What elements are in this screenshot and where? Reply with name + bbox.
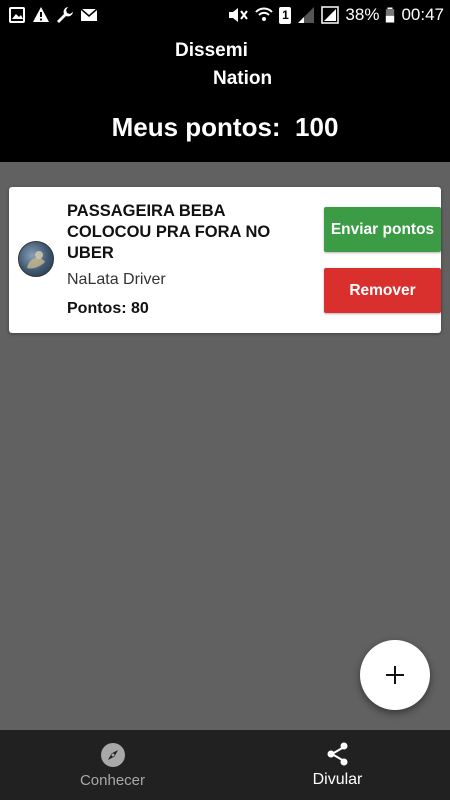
plus-icon	[386, 666, 404, 684]
mute-icon	[229, 8, 249, 22]
send-points-button[interactable]: Enviar pontos	[324, 207, 441, 252]
remove-button[interactable]: Remover	[324, 268, 441, 313]
nav-label-conhecer: Conhecer	[79, 771, 146, 789]
signal-icon	[321, 6, 340, 24]
clock: 00:47	[401, 5, 444, 24]
sim-slot-badge: 1	[279, 6, 292, 24]
status-bar: 1 38% 00:47	[0, 0, 450, 30]
nav-label-divular: Divular	[312, 771, 363, 788]
logo-line-1: Dissemi	[175, 40, 248, 61]
avatar-image	[27, 251, 45, 269]
battery-percent: 38%	[345, 5, 380, 24]
my-points-value: 100	[295, 112, 339, 142]
app-header: Dissemi Nation Meus pontos: 100	[0, 30, 450, 162]
card-points: Pontos: 80	[67, 300, 149, 317]
warning-icon	[33, 7, 49, 22]
add-button[interactable]	[360, 640, 430, 710]
logo-line-2: Nation	[213, 68, 273, 89]
signal-weak-icon	[298, 7, 315, 23]
nav-item-conhecer[interactable]: Conhecer	[0, 730, 225, 800]
share-icon	[327, 742, 347, 766]
wrench-icon	[57, 7, 73, 23]
bottom-navigation: Conhecer Divular	[0, 730, 450, 800]
avatar	[18, 241, 54, 277]
compass-icon	[100, 742, 125, 767]
card-title: PASSAGEIRA BEBA COLOCOU PRA FORA NO UBER	[67, 202, 271, 262]
gallery-icon	[9, 7, 25, 23]
status-left-icons	[8, 6, 98, 24]
card-author: NaLata Driver	[67, 271, 166, 288]
wifi-icon	[255, 7, 274, 21]
nav-item-divular[interactable]: Divular	[225, 730, 450, 800]
my-points-label: Meus pontos:	[111, 112, 281, 142]
mail-icon	[80, 8, 98, 21]
content-card: PASSAGEIRA BEBA COLOCOU PRA FORA NO UBER…	[9, 187, 441, 333]
my-points: Meus pontos: 100	[0, 112, 450, 143]
status-right-icons: 1 38% 00:47	[227, 5, 444, 25]
battery-icon	[386, 7, 395, 23]
